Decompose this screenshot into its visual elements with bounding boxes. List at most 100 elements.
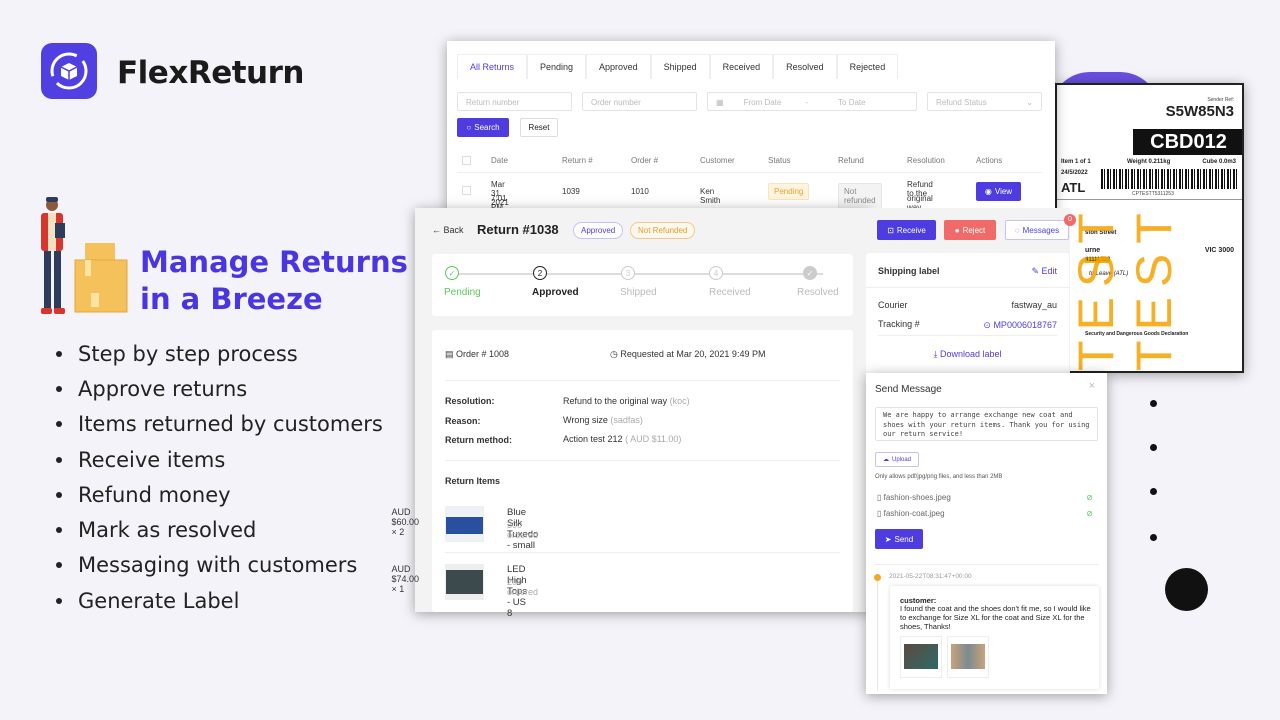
courier-value: fastway_au — [1011, 300, 1057, 310]
attached-file[interactable]: ▯ fashion-shoes.jpeg — [877, 493, 951, 502]
attachment-image[interactable] — [947, 636, 989, 678]
not-refunded-badge: Not Refunded — [630, 222, 696, 239]
search-icon: ○ — [466, 123, 472, 132]
tab-resolved[interactable]: Resolved — [773, 54, 837, 79]
feature-item: Items returned by customers — [56, 407, 383, 442]
upload-hint: Only allows pdf/jpg/png files, and less … — [875, 474, 1003, 480]
message-bubble: customer: I found the coat and the shoes… — [890, 586, 1099, 689]
tab-all-returns[interactable]: All Returns — [457, 54, 528, 79]
file-icon: ▯ — [877, 509, 884, 518]
step-number: 3 — [621, 266, 635, 280]
reset-button[interactable]: Reset — [520, 118, 558, 137]
receive-button[interactable]: ⊡ Receive — [877, 220, 936, 240]
courier-label: Courier — [878, 300, 908, 310]
timeline-dot — [874, 574, 881, 581]
tracking-link[interactable]: ⊙ MP0006018767 — [983, 320, 1057, 331]
tab-shipped[interactable]: Shipped — [650, 54, 710, 79]
order-number-input[interactable]: Order number — [582, 92, 697, 111]
chat-icon: ◌ — [1014, 225, 1020, 235]
attached-file[interactable]: ▯ fashion-coat.jpeg — [877, 509, 945, 518]
tab-received[interactable]: Received — [709, 54, 774, 79]
messages-label: Messages — [1022, 225, 1060, 235]
tab-pending[interactable]: Pending — [527, 54, 587, 79]
decorative-dot — [1150, 444, 1157, 451]
return-items-title: Return Items — [445, 476, 501, 486]
tab-approved[interactable]: Approved — [586, 54, 651, 79]
return-number-input[interactable]: Return number — [457, 92, 572, 111]
eye-icon: ◉ — [984, 187, 992, 196]
view-button[interactable]: ◉ View — [976, 182, 1021, 201]
resolution-value: Refund to the original way (koc) — [563, 396, 690, 406]
column-return: Return # — [562, 156, 593, 165]
message-timestamp: 2021-05-22T08:31:47+00:00 — [889, 573, 972, 580]
step-pending: ✓ — [445, 266, 459, 280]
product-thumbnail — [445, 506, 484, 542]
return-tabs: All Returns Pending Approved Shipped Rec… — [457, 54, 899, 79]
refund-badge: Not refunded — [838, 183, 882, 209]
search-label: Search — [474, 123, 500, 132]
shipping-label-preview: Sender Ref: S5W85N3 CBD012 Item 1 of 1 W… — [1055, 83, 1244, 373]
feature-item: Mark as resolved — [56, 512, 383, 547]
location-icon: ⊙ — [983, 320, 994, 330]
select-all-checkbox[interactable] — [462, 156, 471, 165]
decorative-dot — [1150, 488, 1157, 495]
view-label: View — [994, 187, 1013, 196]
search-button[interactable]: ○ Search — [457, 118, 509, 137]
check-icon: ✓ — [803, 266, 817, 280]
back-link[interactable]: ← Back — [432, 225, 464, 235]
upload-button[interactable]: ☁ Upload — [875, 452, 919, 467]
test-watermark: TEST TEST — [1068, 203, 1182, 371]
return-info-card: ▤ Order # 1008 ◷ Requested at Mar 20, 20… — [391, 330, 853, 619]
from-date[interactable]: From Date — [744, 98, 782, 107]
back-label: Back — [443, 225, 464, 235]
check-circle-icon: ⊘ — [1086, 509, 1093, 518]
file-icon: ▯ — [877, 493, 884, 502]
step-label: Pending — [444, 287, 481, 298]
refund-status-select[interactable]: Refund Status ⌄ — [927, 92, 1042, 111]
page-title: Return #1038 — [477, 222, 559, 237]
column-refund: Refund — [838, 156, 864, 165]
row-customer: Ken Smith — [700, 187, 721, 205]
attachment-image[interactable] — [900, 636, 942, 678]
headline-line-1: Manage Returns — [140, 245, 408, 279]
order-number: ▤ Order # 1008 — [445, 349, 510, 359]
item-ordered: 300 ordered — [507, 520, 539, 540]
upload-icon: ☁ — [882, 457, 889, 463]
step-label: Approved — [532, 287, 579, 298]
cube: Cube 0.0m3 — [1202, 159, 1236, 165]
send-message-modal: Send Message × We are happy to arrange e… — [866, 373, 1107, 694]
row-order-number: 1010 — [631, 187, 649, 196]
document-icon: ▤ — [445, 349, 457, 359]
delivery-person-illustration — [35, 195, 135, 325]
column-status: Status — [768, 156, 791, 165]
feature-item: Approve returns — [56, 371, 383, 406]
approved-badge: Approved — [573, 222, 624, 239]
send-icon: ➤ — [884, 534, 892, 544]
row-checkbox[interactable] — [462, 186, 471, 195]
download-label-link[interactable]: ⤓ Download label — [866, 349, 1069, 360]
messages-button[interactable]: ◌ Messages — [1005, 220, 1069, 240]
row-return-number: 1039 — [562, 187, 580, 196]
item-price: AUD $60.00 × 2 — [391, 507, 420, 537]
tab-rejected[interactable]: Rejected — [836, 54, 899, 79]
decorative-dot — [1150, 400, 1157, 407]
decorative-dot — [1150, 534, 1157, 541]
decorative-circle — [1165, 568, 1208, 611]
date-range-input[interactable]: ▦ From Date - To Date — [707, 92, 917, 111]
to-date[interactable]: To Date — [838, 98, 866, 107]
check-icon: ✓ — [445, 266, 459, 280]
edit-link[interactable]: ✎ Edit — [1031, 266, 1057, 277]
close-icon[interactable]: × — [1089, 380, 1095, 392]
feature-item: Generate Label — [56, 583, 383, 618]
flexreturn-logo — [41, 43, 97, 99]
upload-label: Upload — [891, 456, 911, 463]
requested-at: ◷ Requested at Mar 20, 2021 9:49 PM — [610, 349, 766, 359]
check-circle-icon: ⊘ — [1086, 493, 1093, 502]
column-resolution: Resolution — [907, 156, 945, 165]
shipping-label-card: Shipping label ✎ Edit Courier fastway_au… — [866, 253, 1069, 373]
headline-line-2: in a Breeze — [140, 282, 323, 316]
message-textarea[interactable]: We are happy to arrange exchange new coa… — [875, 407, 1098, 441]
resolution-label: Resolution: — [445, 396, 495, 406]
reject-button[interactable]: ● Reject — [944, 220, 996, 240]
send-button[interactable]: ➤ Send — [875, 529, 923, 549]
